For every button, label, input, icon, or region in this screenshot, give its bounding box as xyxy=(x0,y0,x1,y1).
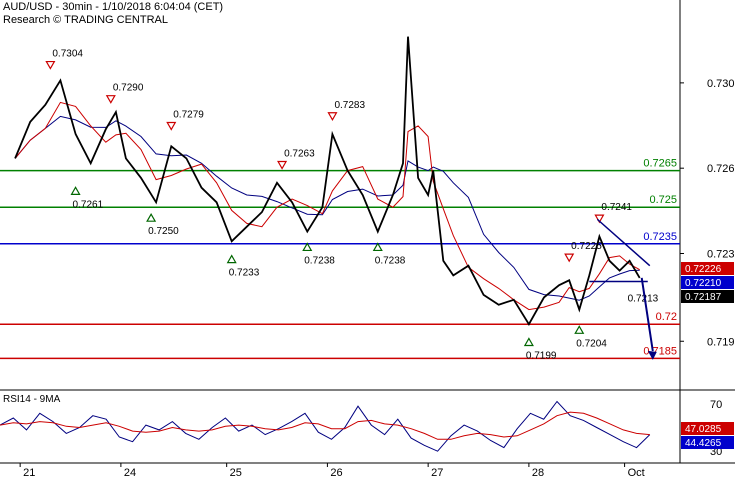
price-tag-label: 0.72226 xyxy=(685,264,722,275)
swing-high-label: 0.7290 xyxy=(113,83,144,94)
level-label: 0.7265 xyxy=(643,158,677,170)
price-chart: 0.7301 0.7266 0.7231 0.7195 21 24 25 26 27 28 Oct 0… xyxy=(0,0,735,479)
time-tick-label: 27 xyxy=(431,467,443,479)
price-tick-label: 0.7231 xyxy=(707,249,735,261)
swing-high-marker xyxy=(564,253,575,263)
level-label: 0.7235 xyxy=(643,231,677,243)
swing-low-marker xyxy=(146,212,157,222)
swing-low-label: 0.7261 xyxy=(73,199,104,210)
price-tag-label: 0.72210 xyxy=(685,278,722,289)
swing-low-marker xyxy=(523,337,534,347)
swing-high-marker xyxy=(277,160,288,170)
swing-low-label: 0.7238 xyxy=(304,255,335,266)
swing-high-label: 0.7283 xyxy=(334,100,365,111)
time-tick-label: Oct xyxy=(628,467,645,479)
swing-high-label: 0.7225 xyxy=(571,241,602,252)
swing-high-marker xyxy=(327,112,338,121)
price-annotation-label: 0.7213 xyxy=(628,293,659,304)
projection-arrow-line xyxy=(640,277,654,352)
swing-low-label: 0.7204 xyxy=(576,338,607,349)
swing-high-marker xyxy=(166,121,177,131)
swing-low-label: 0.7238 xyxy=(375,255,406,266)
swing-high-label: 0.7304 xyxy=(52,49,83,60)
moving-average-fast xyxy=(14,101,640,311)
time-tick-label: 28 xyxy=(532,467,544,479)
swing-low-label: 0.7250 xyxy=(148,226,179,237)
rsi-value-label: 47.0285 xyxy=(685,424,722,435)
swing-high-marker xyxy=(105,95,116,104)
time-tick-label: 24 xyxy=(124,467,136,479)
swing-low-label: 0.7233 xyxy=(229,268,260,279)
price-tick-label: 0.7301 xyxy=(707,78,735,90)
swing-high-marker xyxy=(45,60,56,70)
price-tick-label: 0.7195 xyxy=(707,336,735,348)
swing-low-marker xyxy=(574,325,585,334)
swing-high-label: 0.7241 xyxy=(601,202,632,213)
price-tag-label: 0.72187 xyxy=(685,292,722,303)
swing-low-marker xyxy=(70,186,81,195)
time-tick-label: 26 xyxy=(330,467,342,479)
moving-average-slow xyxy=(14,115,640,301)
rsi-tick-label: 70 xyxy=(710,399,722,411)
swing-high-label: 0.7263 xyxy=(284,149,315,160)
swing-low-label: 0.7199 xyxy=(526,351,557,362)
price-series-line xyxy=(14,36,641,326)
price-tick-label: 0.7266 xyxy=(707,163,735,175)
rsi-value-label: 44.4265 xyxy=(685,438,722,449)
time-tick-label: 21 xyxy=(23,467,35,479)
time-tick-label: 25 xyxy=(230,467,242,479)
level-label: 0.725 xyxy=(649,194,677,206)
swing-high-label: 0.7279 xyxy=(173,110,204,121)
swing-low-marker xyxy=(226,254,237,264)
level-label: 0.72 xyxy=(656,311,677,323)
